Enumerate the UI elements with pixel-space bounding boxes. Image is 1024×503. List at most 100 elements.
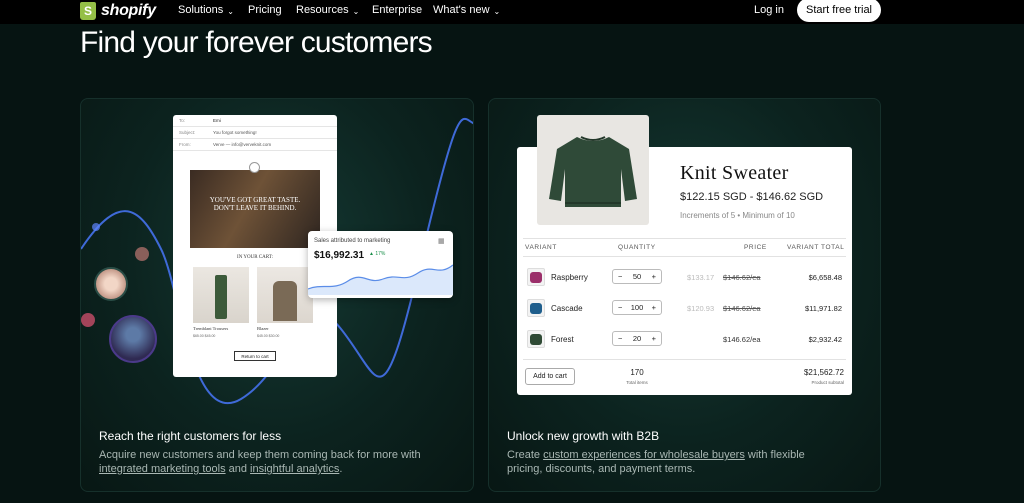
calendar-icon: ▦ [438, 238, 445, 245]
shopify-logo[interactable]: shopify [80, 0, 156, 22]
variant-thumbnail [527, 268, 545, 286]
desc-text: Create [507, 449, 544, 461]
product-price: $65.00 $45.00 [193, 334, 216, 338]
sales-widget: Sales attributed to marketing ▦ $16,992.… [308, 231, 453, 298]
product-price: $45.00 $30.00 [257, 334, 280, 338]
discounted-price: $133.17 [687, 273, 715, 282]
add-to-cart-button[interactable]: Add to cart [525, 368, 575, 385]
field-value: Emi [213, 118, 221, 123]
email-subject-row: Subject: You forgot something! [173, 127, 337, 139]
nav-item-label: Pricing [248, 4, 282, 16]
field-value: You forgot something! [213, 130, 257, 135]
variant-total: $6,658.48 [808, 273, 842, 282]
variant-thumbnail [527, 299, 545, 317]
product-name: Tremblant Trousers [193, 326, 229, 331]
divider [523, 256, 846, 257]
subtotal-label: Product subtotal [811, 380, 844, 385]
total-items-label: Total items [626, 380, 648, 385]
chevron-down-icon: ⌄ [352, 6, 360, 16]
shopping-bag-icon [80, 2, 96, 20]
quantity-value[interactable]: 100 [631, 303, 644, 312]
nav-item-pricing[interactable]: Pricing [248, 4, 282, 16]
variant-name: Cascade [551, 304, 583, 313]
field-label: To: [179, 118, 186, 123]
divider [523, 238, 846, 239]
field-label: Subject: [179, 130, 196, 135]
plus-icon[interactable]: + [652, 272, 656, 281]
plus-icon[interactable]: + [652, 303, 656, 312]
nav-item-label: What's new [433, 4, 490, 16]
marketing-card: To: Emi Subject: You forgot something! Fro… [80, 98, 474, 492]
analytics-link[interactable]: insightful analytics [250, 463, 339, 475]
plus-icon[interactable]: + [652, 334, 656, 343]
quantity-value[interactable]: 50 [633, 272, 641, 281]
email-hero-image: YOU'VE GOT GREAT TASTE. DON'T LEAVE IT B… [190, 170, 320, 248]
card-title: Unlock new growth with B2B [507, 429, 660, 443]
email-from-row: From: Verve — info@verveknit.com [173, 139, 337, 151]
sweater-image [537, 115, 649, 225]
desc-text: . [339, 463, 343, 475]
minus-icon[interactable]: − [618, 272, 622, 281]
marketing-tools-link[interactable]: integrated marketing tools [99, 463, 226, 475]
original-price: $146.62/ea [723, 304, 761, 313]
desc-text: Acquire new customers and keep them comi… [99, 449, 421, 461]
card-title: Reach the right customers for less [99, 429, 282, 443]
start-trial-button[interactable]: Start free trial [797, 0, 881, 22]
customer-avatar [94, 267, 128, 301]
product-title: Knit Sweater [680, 162, 789, 184]
quantity-stepper[interactable]: − 50 + [612, 269, 662, 284]
page-title: Find your forever customers [80, 26, 433, 59]
nav-item-whats-new[interactable]: What's new ⌄ [433, 4, 500, 16]
sales-label: Sales attributed to marketing [314, 238, 391, 244]
card-description: Acquire new customers and keep them comi… [99, 448, 439, 476]
nav-item-label: Resources [296, 4, 349, 16]
nav-item-enterprise[interactable]: Enterprise [372, 4, 422, 16]
quantity-stepper[interactable]: −100 + [612, 300, 662, 315]
quantity-value[interactable]: 20 [633, 334, 641, 343]
subtotal-value: $21,562.72 [803, 368, 844, 377]
variant-name: Raspberry [551, 273, 588, 282]
minus-icon[interactable]: − [618, 334, 622, 343]
field-label: From: [179, 142, 191, 147]
increment-info: Increments of 5 • Minimum of 10 [680, 211, 795, 220]
total-items-value: 170 [630, 368, 644, 377]
brand-badge-icon [249, 162, 260, 173]
customer-avatar [135, 247, 149, 261]
login-link[interactable]: Log in [754, 4, 784, 16]
nav-item-solutions[interactable]: Solutions ⌄ [178, 4, 234, 16]
sales-sparkline [308, 264, 453, 295]
column-header: VARIANT TOTAL [787, 244, 845, 251]
customer-avatar [109, 315, 157, 363]
price-range: $122.15 SGD - $146.62 SGD [680, 191, 824, 203]
column-header: QUANTITY [618, 244, 656, 251]
logo-text: shopify [101, 2, 156, 19]
b2b-card: Knit Sweater $122.15 SGD - $146.62 SGD I… [488, 98, 881, 492]
original-price: $146.62/ea [723, 273, 761, 282]
variant-total: $2,932.42 [808, 335, 842, 344]
desc-text: and [225, 463, 251, 475]
top-nav: shopify Solutions⌄ Pricing Resources⌄ En… [0, 0, 1024, 24]
card-description: Create custom experiences for wholesale … [507, 448, 807, 476]
unit-price: $146.62/ea [723, 335, 761, 344]
email-to-row: To: Emi [173, 115, 337, 127]
variant-total: $11,971.82 [805, 304, 842, 313]
minus-icon[interactable]: − [618, 303, 622, 312]
chevron-down-icon: ⌄ [227, 6, 234, 16]
return-to-cart-button[interactable]: Return to cart [234, 351, 276, 361]
product-image [193, 267, 249, 323]
wholesale-link[interactable]: custom experiences for wholesale buyers [543, 449, 745, 461]
quantity-stepper[interactable]: − 20 + [612, 331, 662, 346]
sales-value: $16,992.31 [314, 250, 365, 261]
field-value: Verve — info@verveknit.com [213, 142, 272, 147]
sales-change: ▲ 17% [369, 251, 386, 257]
email-hero-text: YOU'VE GOT GREAT TASTE. DON'T LEAVE IT B… [209, 196, 301, 212]
product-image [257, 267, 313, 323]
chevron-down-icon: ⌄ [493, 6, 501, 16]
discounted-price: $120.93 [687, 304, 715, 313]
column-header: VARIANT [525, 244, 557, 251]
divider [523, 359, 846, 360]
nav-item-resources[interactable]: Resources ⌄ [296, 4, 359, 16]
product-name: Blazer [257, 326, 269, 331]
customer-avatar [81, 313, 95, 327]
nav-item-label: Solutions [178, 4, 224, 16]
